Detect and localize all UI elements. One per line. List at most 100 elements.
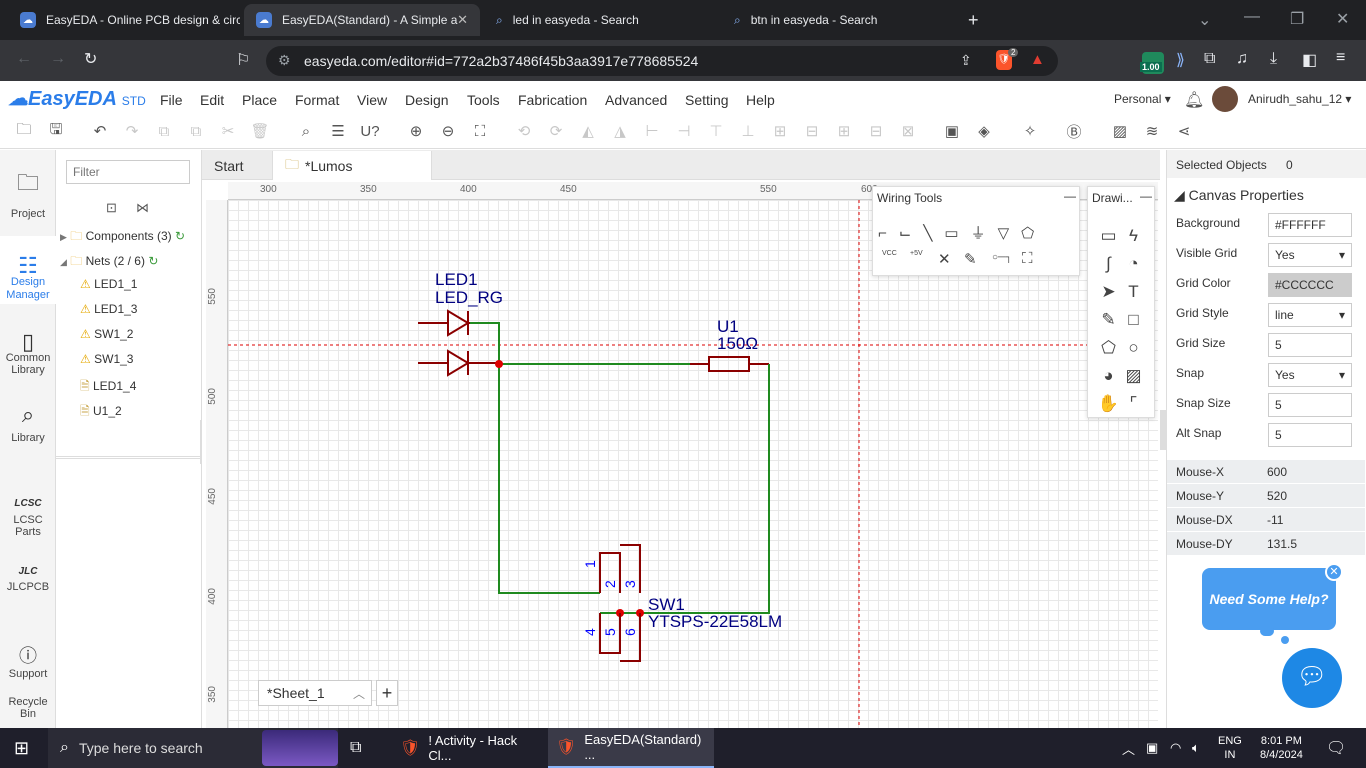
flip-v-icon[interactable]: ◮ [608, 119, 632, 143]
pencil-icon[interactable]: ✎ [1096, 306, 1121, 334]
probe-icon[interactable]: ✎ [964, 250, 977, 268]
layers-icon[interactable]: ◈ [972, 119, 996, 143]
volume-icon[interactable]: 🔈︎ [1192, 728, 1200, 768]
network-tray-icon[interactable]: ▣ [1146, 728, 1158, 768]
align-grid-icon[interactable]: ⊠ [896, 119, 920, 143]
find-list-icon[interactable]: ☰ [326, 119, 350, 143]
grid-style-select[interactable]: line [1268, 303, 1352, 327]
grid-size-field[interactable]: 5 [1268, 333, 1352, 357]
net-filter-icon[interactable]: ⋈ [136, 200, 149, 216]
taskbar-app-brave-2[interactable]: 🛡 EasyEDA(Standard) ... [548, 728, 714, 768]
annotate-icon[interactable]: U? [358, 119, 382, 143]
nav-support[interactable]: ⓘ Support [0, 642, 56, 680]
account-type-dropdown[interactable]: Personal ▾ [1114, 92, 1171, 106]
share-icon[interactable]: ⇪ [960, 52, 972, 69]
wifi-icon[interactable]: ◠ [1170, 728, 1181, 768]
sheet-tab[interactable]: *Sheet_1 ︿ [258, 680, 372, 706]
led-value[interactable]: LED_RG [435, 288, 503, 308]
menu-format[interactable]: Format [295, 92, 339, 108]
taskbar-app-brave-1[interactable]: 🛡! Activity - Hack Cl... [392, 728, 542, 768]
image-icon[interactable]: ▣ [940, 119, 964, 143]
align-left-icon[interactable]: ⊢ [640, 119, 664, 143]
avatar[interactable] [1212, 86, 1238, 112]
close-help-icon[interactable]: ✕ [1325, 563, 1343, 581]
wire-icon[interactable]: ⌐ [878, 225, 899, 242]
net-item[interactable]: ⚠ LED1_3 [80, 302, 137, 316]
browser-tab-4[interactable]: ⌕ btn in easyeda - Search [722, 4, 954, 36]
group-icon[interactable]: ⛶ [1022, 250, 1033, 267]
clock[interactable]: 8:01 PM 8/4/2024 [1260, 734, 1303, 762]
user-menu[interactable]: Anirudh_sahu_12 ▾ [1248, 92, 1351, 106]
polyline-icon[interactable]: ϟ [1121, 222, 1146, 250]
vcc-icon[interactable]: VCC [882, 250, 897, 257]
chip-filter-icon[interactable]: ⊡ [106, 200, 117, 216]
copy-icon[interactable]: ⧉ [152, 119, 176, 143]
snap-size-field[interactable]: 5 [1268, 393, 1352, 417]
share-icon[interactable]: ⋖ [1172, 119, 1196, 143]
led-symbol[interactable] [418, 309, 498, 377]
arrow-icon[interactable]: ➤ [1096, 278, 1121, 306]
rotate-ccw-icon[interactable]: ⟳ [544, 119, 568, 143]
tab-search-icon[interactable]: ⌄ [1198, 10, 1211, 30]
switch-symbol[interactable] [599, 544, 641, 662]
help-bubble[interactable]: Need Some Help? [1202, 568, 1336, 630]
nav-common-library[interactable]: ▯ Common Library [0, 324, 56, 377]
wiring-tools-title[interactable]: Wiring Tools [877, 191, 942, 205]
refresh-icon[interactable]: ↻ [148, 254, 158, 268]
distribute-h-icon[interactable]: ⊞ [832, 119, 856, 143]
back-icon[interactable]: ← [16, 50, 32, 68]
notification-icon[interactable]: 🗨︎ [1326, 728, 1346, 768]
minimize-icon[interactable]: — [1140, 189, 1152, 203]
netlabel-icon[interactable]: ▭ [944, 225, 970, 242]
led-designator[interactable]: LED1 [435, 270, 478, 290]
dragpoint-icon[interactable]: ⌜ [1121, 390, 1146, 418]
menu-design[interactable]: Design [405, 92, 449, 108]
tree-nets[interactable]: ◢ 🗀 Nets (2 / 6) ↻ [60, 252, 158, 273]
new-tab-icon[interactable]: + [968, 10, 979, 31]
switch-value[interactable]: YTSPS-22E58LM [648, 612, 782, 632]
fit-icon[interactable]: ⛶ [468, 119, 492, 143]
browser-tab-2[interactable]: ☁ EasyEDA(Standard) - A Simple a ✕ [244, 4, 480, 36]
paste-icon[interactable]: ⧉ [184, 119, 208, 143]
delete-icon[interactable]: 🗑 [248, 119, 272, 143]
align-bottom-icon[interactable]: ⊥ [736, 119, 760, 143]
align-middle-icon[interactable]: ⊟ [800, 119, 824, 143]
net-item[interactable]: ⚠ LED1_1 [80, 277, 137, 291]
tray-overflow-icon[interactable]: ︿ [1122, 728, 1135, 768]
pin-icon[interactable]: ○─┐ [992, 252, 1012, 263]
align-center-icon[interactable]: ⊞ [768, 119, 792, 143]
undo-icon[interactable]: ↶ [88, 119, 112, 143]
close-tab-icon[interactable]: ✕ [457, 12, 468, 28]
netflag-icon[interactable]: ⬠ [1021, 225, 1046, 242]
language-indicator[interactable]: ENG IN [1218, 734, 1242, 762]
nav-recycle-bin[interactable]: Recycle Bin [0, 684, 56, 720]
align-right-icon[interactable]: ⊣ [672, 119, 696, 143]
brave-rewards-icon[interactable]: ▲ [1030, 51, 1045, 68]
arc-icon[interactable]: ◔ [1121, 250, 1146, 278]
ground-icon[interactable]: ⏚ [971, 225, 998, 242]
bom-icon[interactable]: Ⓑ [1062, 119, 1086, 143]
menu-view[interactable]: View [357, 92, 387, 108]
nav-design-manager[interactable]: ☷ Design Manager [0, 246, 56, 302]
close-window-icon[interactable]: ✕ [1336, 9, 1349, 29]
chat-icon[interactable]: 💬︎ [1282, 648, 1342, 708]
app-logo[interactable]: ☁EasyEDA STD [8, 86, 146, 111]
open-folder-icon[interactable]: 🗀 [12, 119, 36, 143]
align-top-icon[interactable]: ⊤ [704, 119, 728, 143]
nav-library[interactable]: ⌕ Library [0, 402, 56, 444]
extensions-puzzle-icon[interactable]: ⧉ [1204, 50, 1215, 68]
netport-icon[interactable]: ▽ [998, 225, 1022, 242]
tree-components[interactable]: ▶ 🗀 Components (3) ↻ [60, 227, 185, 248]
canvas-properties-header[interactable]: ◢ Canvas Properties [1174, 187, 1304, 204]
pie-icon[interactable]: ◕ [1096, 362, 1121, 390]
distribute-v-icon[interactable]: ⊟ [864, 119, 888, 143]
minimize-icon[interactable]: — [1064, 189, 1076, 203]
search-icon[interactable]: ⌕ [294, 119, 318, 143]
text-icon[interactable]: T [1121, 278, 1146, 306]
menu-icon[interactable]: ≡ [1336, 49, 1345, 67]
tab-lumos[interactable]: 🗀 *Lumos [272, 151, 432, 180]
image-icon[interactable]: ▨ [1121, 362, 1146, 390]
redo-icon[interactable]: ↷ [120, 119, 144, 143]
nav-lcsc-parts[interactable]: LCSC LCSC Parts [0, 486, 56, 538]
menu-advanced[interactable]: Advanced [605, 92, 667, 108]
